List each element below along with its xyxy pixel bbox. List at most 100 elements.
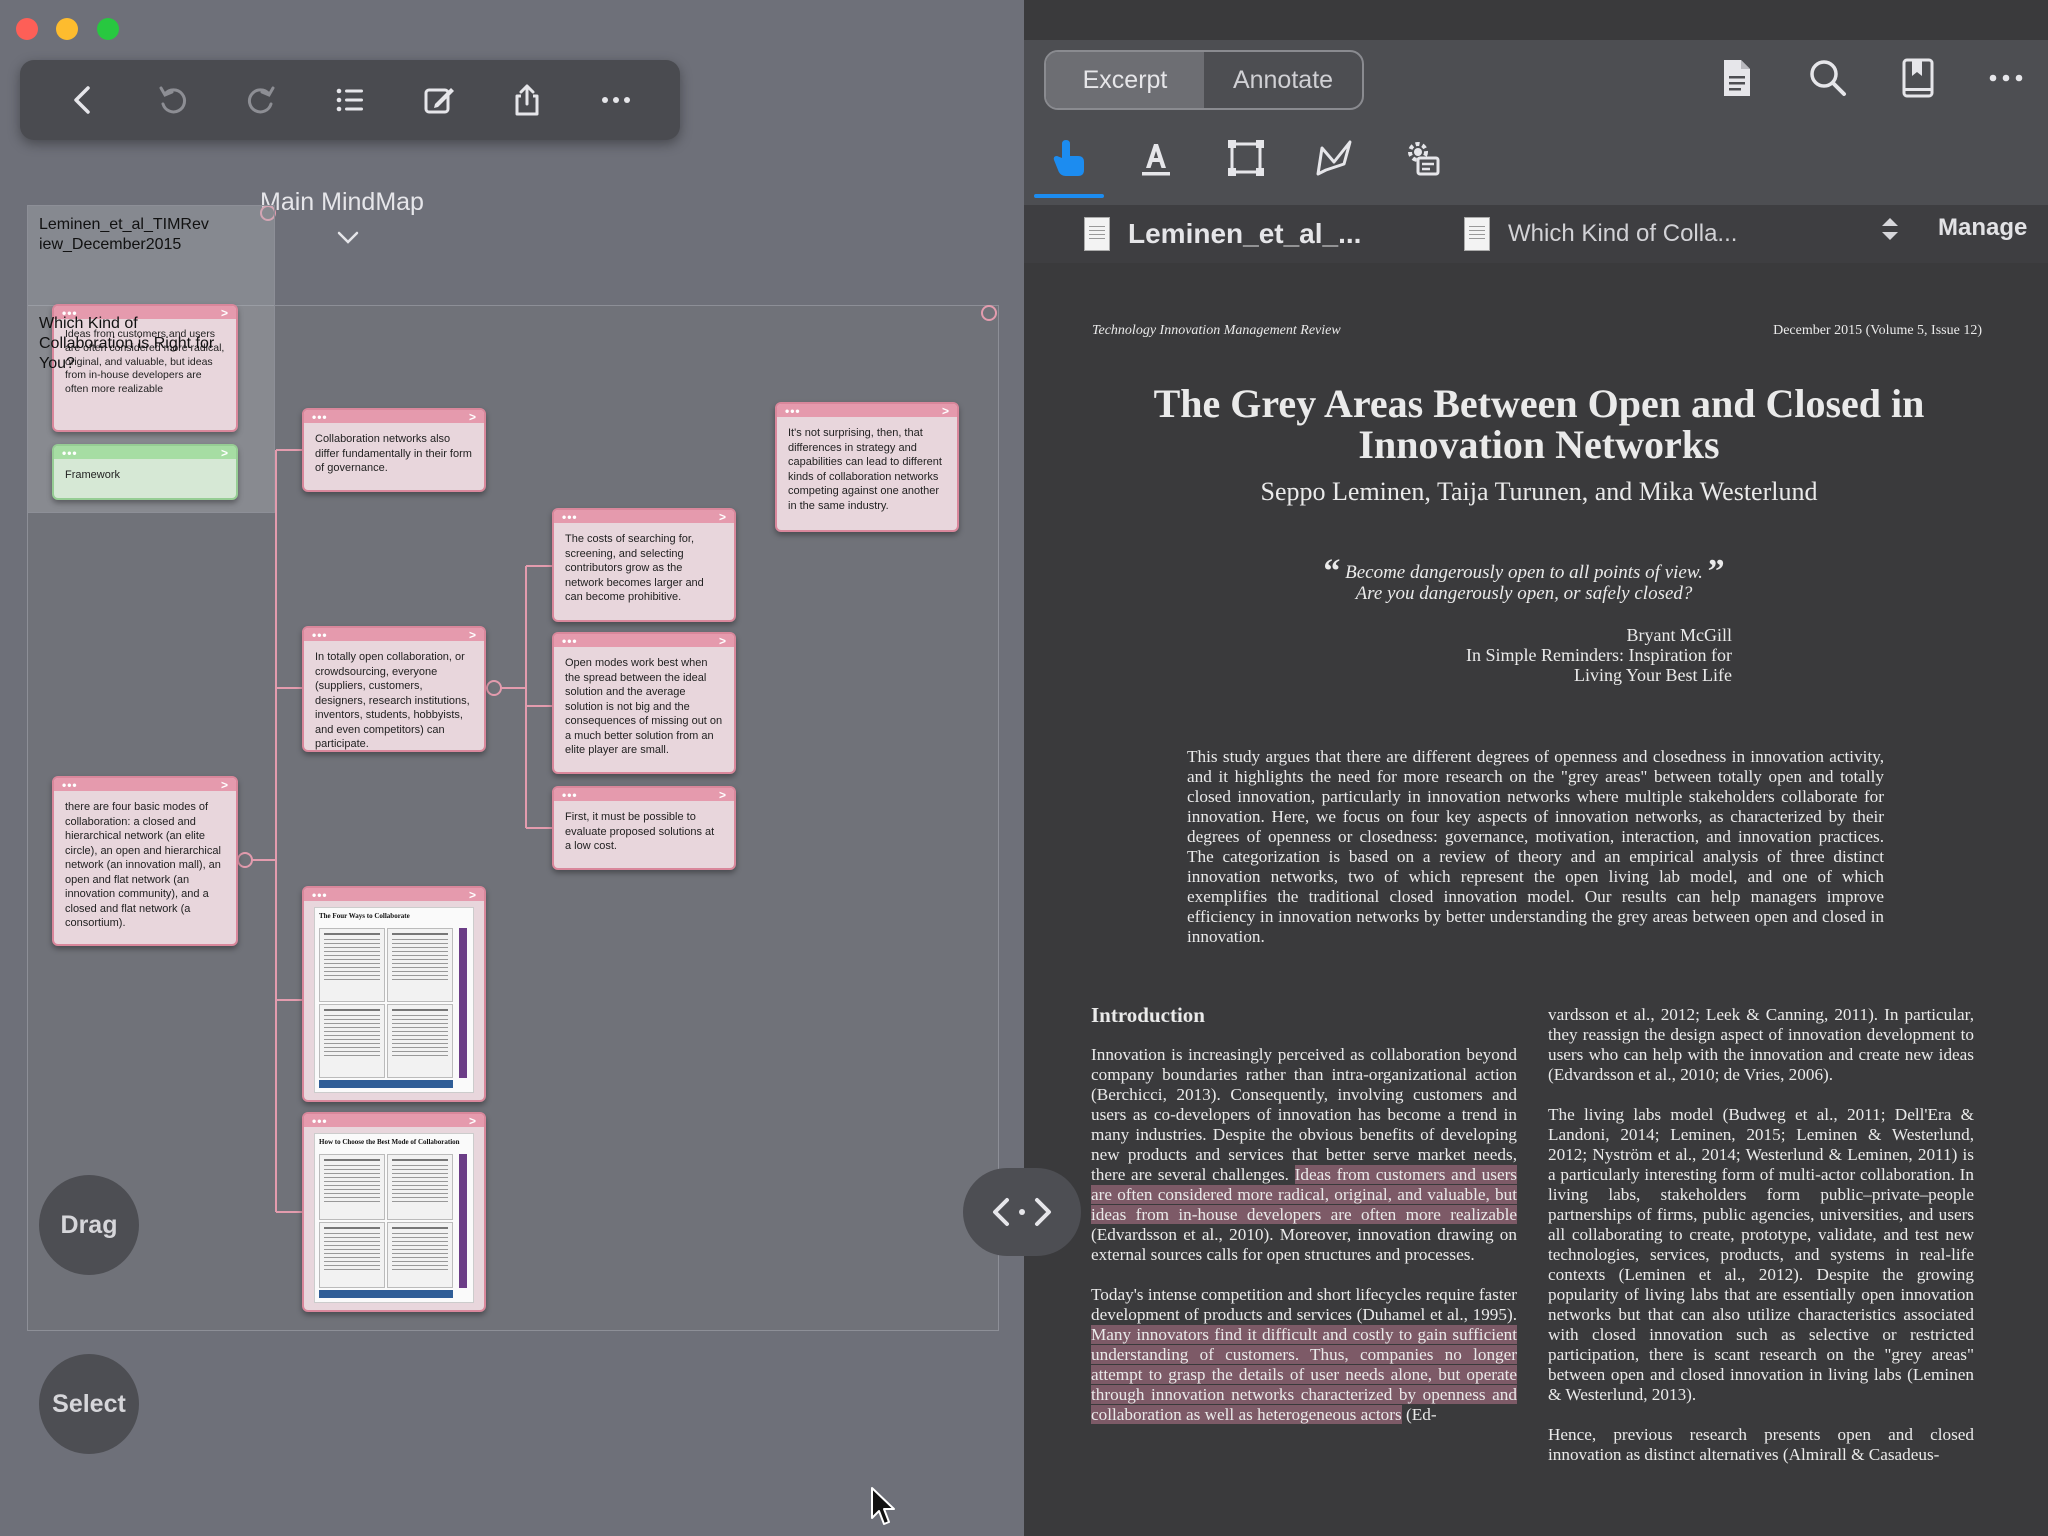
chevron-right-icon[interactable]: > — [469, 1115, 476, 1127]
open-quote-glyph: “ — [1323, 553, 1341, 590]
node-menu-icon[interactable]: ••• — [62, 447, 78, 459]
mindmap-node[interactable]: ••• > there are four basic modes of colla… — [52, 776, 238, 946]
chevron-right-icon[interactable]: > — [221, 447, 228, 459]
manage-button[interactable]: Manage — [1938, 214, 2027, 242]
mindmap-node-framework[interactable]: ••• > Framework — [52, 444, 238, 500]
node-text: The costs of searching for, screening, a… — [565, 533, 704, 603]
chevron-right-icon[interactable]: > — [942, 405, 949, 417]
node-text: Open modes work best when the spread bet… — [565, 657, 723, 756]
node-text: there are four basic modes of collaborat… — [65, 801, 221, 929]
sort-arrows-icon[interactable] — [1878, 214, 1902, 244]
close-quote-glyph: ” — [1707, 553, 1725, 590]
chevron-right-icon[interactable]: > — [469, 629, 476, 641]
node-text: Collaboration networks also differ funda… — [315, 433, 472, 474]
journal-name: Technology Innovation Management Review — [1092, 323, 1341, 338]
document-tab-active[interactable]: Leminen_et_al_... — [1084, 205, 1361, 263]
paper-authors: Seppo Leminen, Taija Turunen, and Mika W… — [1260, 477, 1818, 506]
mindmap-node[interactable]: ••• > Open modes work best when the sprea… — [552, 632, 736, 774]
chevron-right-icon[interactable]: > — [221, 779, 228, 791]
node-menu-icon[interactable]: ••• — [562, 635, 578, 647]
bookmark-book-icon[interactable] — [1896, 56, 1940, 100]
drag-button[interactable]: Drag — [39, 1175, 139, 1275]
figure-thumbnail: How to Choose the Best Mode of Collabora… — [314, 1133, 474, 1303]
pdf-document-icon — [1464, 217, 1490, 251]
node-text: It's not surprising, then, that differen… — [788, 427, 942, 512]
node-menu-icon[interactable]: ••• — [312, 889, 328, 901]
tab-label: Leminen_et_al_... — [1128, 218, 1362, 249]
figure-thumbnail: The Four Ways to Collaborate — [314, 907, 474, 1093]
rectangle-select-icon[interactable] — [1224, 136, 1268, 180]
node-menu-icon[interactable]: ••• — [62, 779, 78, 791]
node-menu-icon[interactable]: ••• — [785, 405, 801, 417]
node-text: First, it must be possible to evaluate p… — [565, 811, 715, 852]
minimap-overlay-label: Which Kind of Collaboration is Right for… — [39, 315, 215, 372]
select-button[interactable]: Select — [39, 1354, 139, 1454]
paragraph: Today's intense competition and short li… — [1091, 1285, 1517, 1425]
mindmap-image-node[interactable]: ••• > The Four Ways to Collaborate — [302, 886, 486, 1102]
mindmap-node[interactable]: ••• > In totally open collaboration, or c… — [302, 626, 486, 752]
mindmap-pane: Main MindMap Leminen_et_al_TIMReview_Dec… — [0, 0, 1024, 1536]
quote-attribution: Bryant McGill In Simple Reminders: Inspi… — [1312, 625, 1732, 685]
minimap-document-label: Leminen_et_al_TIMReview_December2015 — [39, 216, 209, 253]
document-icon[interactable] — [1714, 56, 1758, 100]
figure-title: The Four Ways to Collaborate — [319, 912, 410, 920]
text-run: Today's intense competition and short li… — [1091, 1285, 1517, 1324]
paragraph: Innovation is increasingly perceived as … — [1091, 1045, 1517, 1265]
text-run: Innovation is increasingly perceived as … — [1091, 1045, 1517, 1184]
quote-line-2: Are you dangerously open, or safely clos… — [1355, 583, 1693, 604]
pointer-hand-icon[interactable] — [1048, 136, 1092, 180]
text-column-left: Innovation is increasingly perceived as … — [1091, 1045, 1517, 1445]
node-menu-icon[interactable]: ••• — [562, 511, 578, 523]
mindmap-node[interactable]: ••• > The costs of searching for, screeni… — [552, 508, 736, 622]
epigraph-quote: “ Become dangerously open to all points … — [1224, 555, 1824, 605]
document-tab[interactable]: Which Kind of Colla... — [1464, 205, 1737, 263]
mindmap-node[interactable]: ••• > Collaboration networks also differ … — [302, 408, 486, 492]
chevron-right-icon[interactable]: > — [469, 889, 476, 901]
chevron-right-icon[interactable]: > — [719, 511, 726, 523]
ellipsis-icon[interactable] — [1984, 56, 2028, 100]
paragraph: The living labs model (Budweg et al., 20… — [1548, 1105, 1974, 1404]
paper-title: The Grey Areas Between Open and Closed i… — [1153, 381, 1925, 467]
quote-line-1: Become dangerously open to all points of… — [1345, 562, 1703, 583]
text-highlight-icon[interactable] — [1134, 136, 1178, 180]
node-menu-icon[interactable]: ••• — [562, 789, 578, 801]
tab-label: Which Kind of Colla... — [1508, 220, 1738, 247]
node-text: In totally open collaboration, or crowds… — [315, 651, 470, 750]
attribution-name: Bryant McGill — [1626, 625, 1733, 645]
settings-gear-icon[interactable] — [1400, 136, 1444, 180]
figure-title: How to Choose the Best Mode of Collabora… — [319, 1138, 460, 1146]
text-run: (Ed- — [1401, 1405, 1437, 1424]
text-run: (Edvardsson et al., 2010). Moreover, inn… — [1091, 1225, 1517, 1264]
mindmap-node[interactable]: ••• > It's not surprising, then, that dif… — [775, 402, 959, 532]
lasso-icon[interactable] — [1312, 136, 1356, 180]
paragraph: Hence, previous research presents open a… — [1548, 1425, 1974, 1464]
highlighted-excerpt[interactable]: Many innovators find it difficult and co… — [1091, 1325, 1517, 1424]
chevron-right-icon[interactable]: > — [719, 635, 726, 647]
pdf-page[interactable]: Technology Innovation Management Review … — [1024, 263, 2048, 1536]
chevron-right-icon[interactable]: > — [719, 789, 726, 801]
abstract: This study argues that there are differe… — [1187, 747, 1884, 946]
mindmap-node[interactable]: ••• > First, it must be possible to evalu… — [552, 786, 736, 870]
attribution-source: In Simple Reminders: Inspiration for Liv… — [1466, 645, 1732, 685]
pane-splitter-handle[interactable] — [963, 1168, 1081, 1256]
node-text: Framework — [65, 469, 121, 481]
node-menu-icon[interactable]: ••• — [312, 411, 328, 423]
text-column-right: vardsson et al., 2012; Leek & Canning, 2… — [1548, 1005, 1974, 1485]
search-icon[interactable] — [1806, 56, 1850, 100]
node-menu-icon[interactable]: ••• — [312, 629, 328, 641]
chevron-right-icon[interactable]: > — [221, 307, 228, 319]
active-tool-indicator — [1034, 194, 1104, 198]
node-menu-icon[interactable]: ••• — [312, 1115, 328, 1127]
mindmap-image-node[interactable]: ••• > How to Choose the Best Mode of Coll… — [302, 1112, 486, 1312]
pdf-document-icon — [1084, 217, 1110, 251]
mode-segmented-control: Excerpt Annotate — [1044, 50, 1364, 110]
paragraph: vardsson et al., 2012; Leek & Canning, 2… — [1548, 1005, 1974, 1084]
issue-info: December 2015 (Volume 5, Issue 12) — [1773, 323, 1982, 338]
mouse-cursor-icon — [871, 1487, 895, 1525]
split-arrows-icon — [993, 1198, 1051, 1226]
annotate-tab[interactable]: Annotate — [1204, 52, 1362, 108]
pdf-pane: Excerpt Annotate Leminen_et_al_... Which… — [1024, 0, 2048, 1536]
excerpt-tab[interactable]: Excerpt — [1046, 52, 1204, 108]
section-heading: Introduction — [1091, 1003, 1205, 1027]
chevron-right-icon[interactable]: > — [469, 411, 476, 423]
